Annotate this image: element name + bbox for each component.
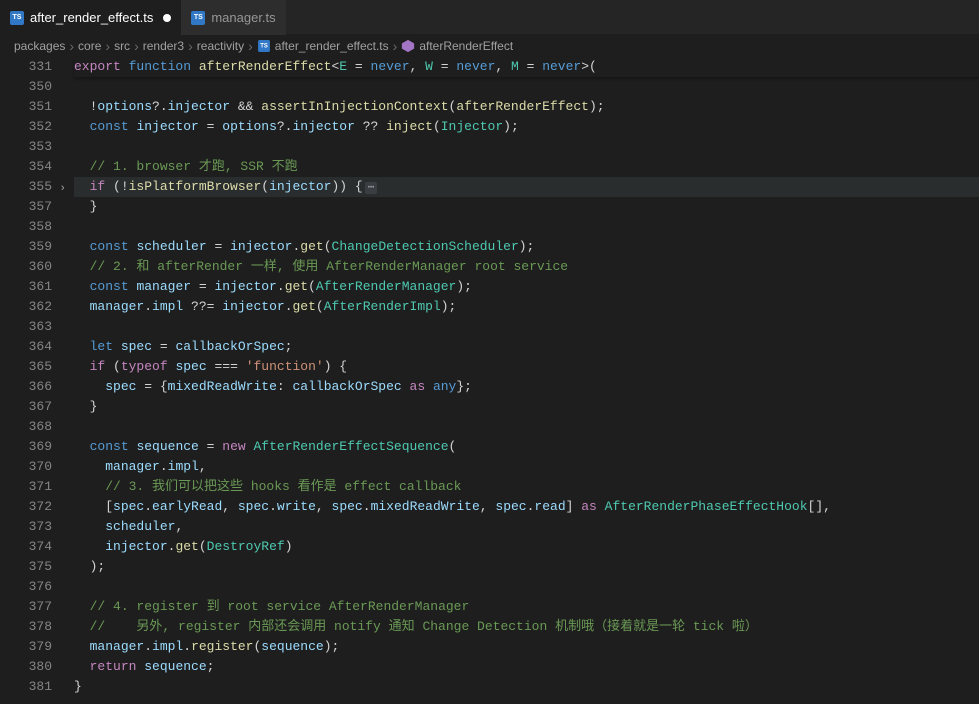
line-number: 373 (0, 517, 52, 537)
line-number: 381 (0, 677, 52, 697)
line-number: 380 (0, 657, 52, 677)
crumb[interactable]: src (114, 39, 130, 53)
line-number: 352 (0, 117, 52, 137)
code-editor[interactable]: 331350351352353354355›357358359360361362… (0, 57, 979, 704)
line-number: 355› (0, 177, 52, 197)
code-line[interactable]: // 另外, register 内部还会调用 notify 通知 Change … (74, 617, 979, 637)
line-number: 377 (0, 597, 52, 617)
chevron-right-icon: › (188, 38, 193, 54)
code-line[interactable]: } (74, 677, 979, 697)
code-line[interactable]: !options?.injector && assertInInjectionC… (74, 97, 979, 117)
code-line[interactable] (74, 417, 979, 437)
code-line[interactable]: const scheduler = injector.get(ChangeDet… (74, 237, 979, 257)
line-number: 366 (0, 377, 52, 397)
line-number: 372 (0, 497, 52, 517)
code-line[interactable]: if (!isPlatformBrowser(injector)) {⋯ (74, 177, 979, 197)
line-number: 360 (0, 257, 52, 277)
tab-label: after_render_effect.ts (30, 10, 153, 25)
code-line[interactable]: // 4. register 到 root service AfterRende… (74, 597, 979, 617)
dirty-indicator-icon (163, 14, 171, 22)
code-line[interactable] (74, 77, 979, 97)
code-line[interactable]: [spec.earlyRead, spec.write, spec.mixedR… (74, 497, 979, 517)
line-number: 375 (0, 557, 52, 577)
line-number: 362 (0, 297, 52, 317)
code-line[interactable]: } (74, 397, 979, 417)
code-line[interactable] (74, 217, 979, 237)
crumb[interactable]: after_render_effect.ts (275, 39, 389, 53)
line-number: 358 (0, 217, 52, 237)
code-line[interactable]: // 1. browser 才跑, SSR 不跑 (74, 157, 979, 177)
ts-file-icon: TS (258, 40, 270, 52)
line-number-gutter: 331350351352353354355›357358359360361362… (0, 57, 70, 704)
crumb[interactable]: core (78, 39, 101, 53)
line-number: 379 (0, 637, 52, 657)
chevron-right-icon: › (393, 38, 398, 54)
code-line[interactable]: // 3. 我们可以把这些 hooks 看作是 effect callback (74, 477, 979, 497)
line-number: 369 (0, 437, 52, 457)
code-line[interactable]: manager.impl ??= injector.get(AfterRende… (74, 297, 979, 317)
code-line[interactable]: spec = {mixedReadWrite: callbackOrSpec a… (74, 377, 979, 397)
crumb[interactable]: packages (14, 39, 65, 53)
line-number: 353 (0, 137, 52, 157)
crumb[interactable]: render3 (143, 39, 184, 53)
chevron-right-icon: › (134, 38, 139, 54)
line-number: 378 (0, 617, 52, 637)
line-number: 331 (0, 57, 52, 77)
code-line[interactable]: let spec = callbackOrSpec; (74, 337, 979, 357)
line-number: 361 (0, 277, 52, 297)
line-number: 364 (0, 337, 52, 357)
code-line[interactable]: } (74, 197, 979, 217)
line-number: 354 (0, 157, 52, 177)
ts-file-icon: TS (10, 11, 24, 25)
code-line[interactable]: const injector = options?.injector ?? in… (74, 117, 979, 137)
tab-after-render-effect[interactable]: TS after_render_effect.ts (0, 0, 181, 35)
line-number: 368 (0, 417, 52, 437)
line-number: 371 (0, 477, 52, 497)
crumb[interactable]: afterRenderEffect (419, 39, 513, 53)
code-line[interactable]: const sequence = new AfterRenderEffectSe… (74, 437, 979, 457)
line-number: 367 (0, 397, 52, 417)
line-number: 370 (0, 457, 52, 477)
code-area[interactable]: export function afterRenderEffect<E = ne… (70, 57, 979, 704)
code-line[interactable]: export function afterRenderEffect<E = ne… (74, 57, 979, 77)
tab-manager[interactable]: TS manager.ts (181, 0, 285, 35)
code-line[interactable] (74, 137, 979, 157)
collapsed-indicator-icon[interactable]: ⋯ (365, 182, 378, 194)
fold-icon[interactable]: › (59, 179, 66, 199)
chevron-right-icon: › (248, 38, 253, 54)
line-number: 357 (0, 197, 52, 217)
line-number: 376 (0, 577, 52, 597)
line-number: 365 (0, 357, 52, 377)
line-number: 359 (0, 237, 52, 257)
method-icon (401, 39, 415, 53)
code-line[interactable]: if (typeof spec === 'function') { (74, 357, 979, 377)
code-line[interactable]: const manager = injector.get(AfterRender… (74, 277, 979, 297)
line-number: 351 (0, 97, 52, 117)
chevron-right-icon: › (69, 38, 74, 54)
code-line[interactable] (74, 317, 979, 337)
ts-file-icon: TS (191, 11, 205, 25)
code-line[interactable]: ); (74, 557, 979, 577)
code-line[interactable]: // 2. 和 afterRender 一样, 使用 AfterRenderMa… (74, 257, 979, 277)
line-number: 363 (0, 317, 52, 337)
tab-label: manager.ts (211, 10, 275, 25)
tab-bar: TS after_render_effect.ts TS manager.ts (0, 0, 979, 35)
code-line[interactable]: scheduler, (74, 517, 979, 537)
code-line[interactable] (74, 577, 979, 597)
line-number: 374 (0, 537, 52, 557)
chevron-right-icon: › (105, 38, 110, 54)
breadcrumb[interactable]: packages › core › src › render3 › reactivity… (0, 35, 979, 57)
code-line[interactable]: return sequence; (74, 657, 979, 677)
code-line[interactable]: manager.impl.register(sequence); (74, 637, 979, 657)
code-line[interactable]: manager.impl, (74, 457, 979, 477)
crumb[interactable]: reactivity (197, 39, 244, 53)
line-number: 350 (0, 77, 52, 97)
code-line[interactable]: injector.get(DestroyRef) (74, 537, 979, 557)
